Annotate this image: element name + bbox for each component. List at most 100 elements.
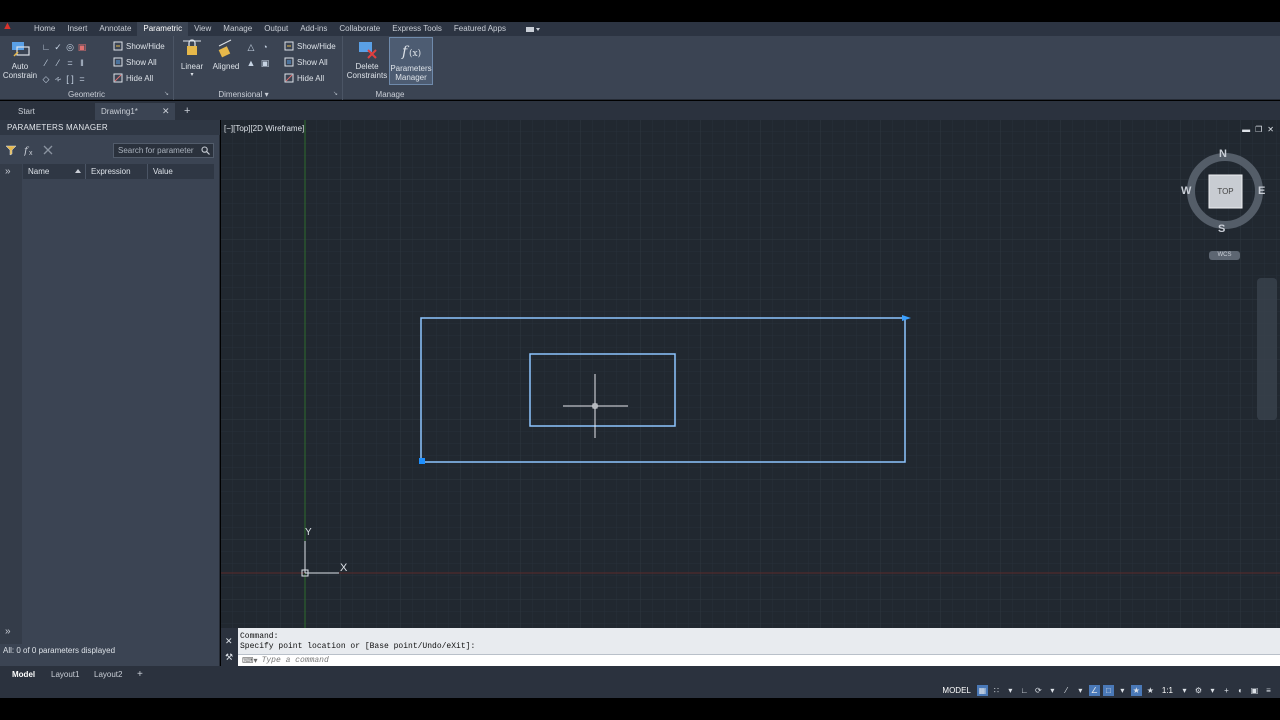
new-user-parameter-icon[interactable]: fx [23, 144, 36, 157]
delete-constraints-button[interactable]: Delete Constraints [346, 38, 388, 80]
grip-bottom-left[interactable] [419, 458, 425, 464]
collinear-icon[interactable]: ⁄ [40, 55, 52, 71]
tangent-icon[interactable]: ◇ [40, 71, 52, 87]
equal-icon[interactable]: = [64, 55, 76, 71]
lock-icon[interactable]: ▣ [76, 39, 88, 55]
polar-icon[interactable]: ⟳ [1033, 685, 1044, 696]
tab-featured-apps[interactable]: Featured Apps [448, 22, 512, 36]
customization-menu-icon[interactable]: ≡ [1263, 685, 1274, 696]
smooth-icon[interactable]: ∻ [52, 71, 64, 87]
clean-screen-icon[interactable]: ▣ [1249, 685, 1260, 696]
command-line-grip[interactable]: ✕ ⚒ [221, 628, 238, 666]
object-snap-icon[interactable]: □ [1102, 684, 1114, 696]
workspace-gear-icon[interactable]: ⚙ [1193, 685, 1204, 696]
tab-view[interactable]: View [188, 22, 217, 36]
column-expression[interactable]: Expression [86, 164, 148, 179]
wcs-menu[interactable]: WCS [1209, 251, 1240, 260]
chevron-down-icon[interactable]: ▾ [1117, 685, 1128, 696]
ortho-icon[interactable]: ∟ [1019, 685, 1030, 696]
tab-model[interactable]: Model [6, 668, 41, 681]
geom-show-all-button[interactable]: Show All [113, 57, 157, 67]
close-icon[interactable]: ✕ [225, 636, 233, 647]
radius-icon[interactable]: ◔ [258, 39, 272, 55]
new-tab-plus-icon[interactable]: + [184, 103, 190, 120]
tab-manage[interactable]: Manage [217, 22, 258, 36]
parameters-manager-button[interactable]: f (x) Parameters Manager [389, 37, 433, 85]
diameter-icon[interactable]: ▲ [244, 55, 258, 71]
tab-layout2[interactable]: Layout2 [88, 668, 128, 681]
tab-home[interactable]: Home [28, 22, 61, 36]
geometric-dialog-launcher-icon[interactable]: ↘ [164, 90, 169, 97]
annotation-visibility-icon[interactable]: ★ [1130, 684, 1142, 696]
viewcube-south[interactable]: S [1218, 223, 1225, 235]
model-space-toggle[interactable]: MODEL [939, 686, 973, 695]
parallel-icon[interactable]: ⁄ [52, 55, 64, 71]
symmetric-icon[interactable]: [ ] [64, 71, 76, 87]
add-plus-icon[interactable]: + [1221, 685, 1232, 696]
column-value[interactable]: Value [148, 164, 214, 179]
close-icon[interactable]: ✕ [1267, 125, 1274, 134]
navigation-bar[interactable] [1257, 278, 1277, 420]
drawing-canvas[interactable]: [−][Top][2D Wireframe] ▬ ❐ ✕ N S E W TOP… [221, 120, 1280, 628]
close-icon[interactable]: ✕ [162, 103, 170, 120]
dim-hide-all-button[interactable]: Hide All [284, 73, 324, 83]
tab-output[interactable]: Output [258, 22, 294, 36]
tab-layout1[interactable]: Layout1 [45, 668, 85, 681]
chevron-down-icon[interactable]: ▾ [1207, 685, 1218, 696]
grid-icon[interactable]: ▦ [976, 684, 988, 696]
dim-show-all-button[interactable]: Show All [284, 57, 328, 67]
perpendicular-icon[interactable]: ✓ [52, 39, 64, 55]
linear-button[interactable]: Linear ▾ [178, 38, 206, 80]
isodraft-icon[interactable]: ⁄ [1061, 685, 1072, 696]
tab-annotate[interactable]: Annotate [93, 22, 137, 36]
viewcube-top-face[interactable]: TOP [1209, 187, 1242, 196]
filter-icon[interactable] [5, 144, 17, 156]
tab-collaborate[interactable]: Collaborate [333, 22, 386, 36]
column-name[interactable]: Name [23, 164, 86, 179]
customize-wrench-icon[interactable]: ⚒ [225, 652, 233, 663]
dim-show-hide-button[interactable]: Show/Hide [284, 41, 336, 51]
tab-parametric[interactable]: Parametric [137, 22, 189, 36]
app-logo-icon[interactable]: ▲ [2, 21, 20, 32]
viewcube-east[interactable]: E [1258, 185, 1265, 197]
linear-dropdown-icon[interactable]: ▾ [178, 71, 206, 80]
coincident-icon[interactable]: ∟ [40, 39, 52, 55]
search-icon[interactable] [201, 146, 210, 155]
parameters-grid-body[interactable] [23, 179, 214, 619]
tab-insert[interactable]: Insert [61, 22, 93, 36]
viewport-controls-label[interactable]: [−][Top][2D Wireframe] [224, 124, 304, 133]
object-snap-tracking-icon[interactable]: ∠ [1088, 684, 1100, 696]
chevron-down-icon[interactable]: ▾ [1047, 685, 1058, 696]
delete-parameter-icon[interactable] [42, 144, 54, 156]
tab-start[interactable]: Start [0, 103, 95, 120]
convert-icon[interactable]: ▣ [258, 55, 272, 71]
expand-filter-chevron-icon[interactable]: » [5, 626, 11, 637]
chevron-down-icon[interactable]: ▾ [1005, 685, 1016, 696]
viewcube-west[interactable]: W [1181, 185, 1191, 197]
auto-constrain-button[interactable]: Auto Constrain [2, 38, 38, 80]
horizontal-equal-icon[interactable]: = [76, 71, 88, 87]
command-prompt-icon[interactable]: ⌨▾ [238, 656, 262, 665]
concentric-icon[interactable]: ◎ [64, 39, 76, 55]
chevron-down-icon[interactable]: ▾ [1179, 685, 1190, 696]
tab-express-tools[interactable]: Express Tools [386, 22, 448, 36]
angular-icon[interactable]: △ [244, 39, 258, 55]
parameter-search-input[interactable] [114, 144, 199, 157]
tab-add-ins[interactable]: Add-ins [294, 22, 333, 36]
isolate-objects-icon[interactable]: ◐ [1235, 685, 1246, 696]
restore-icon[interactable]: ❐ [1255, 125, 1262, 134]
viewcube-north[interactable]: N [1219, 148, 1227, 160]
add-layout-plus-icon[interactable]: + [131, 668, 149, 681]
snap-icon[interactable]: ∷ [991, 685, 1002, 696]
palette-title-bar[interactable]: PARAMETERS MANAGER [0, 120, 220, 135]
vertical-icon[interactable]: ‖ [76, 55, 88, 71]
geom-hide-all-button[interactable]: Hide All [113, 73, 153, 83]
auto-scale-icon[interactable]: ★ [1145, 685, 1156, 696]
dimensional-group-label[interactable]: Dimensional ▾ [175, 90, 342, 99]
aligned-button[interactable]: Aligned [209, 38, 243, 71]
ribbon-minimize-toggle[interactable] [525, 25, 540, 33]
annotation-scale[interactable]: 1:1 [1159, 686, 1176, 695]
minimize-icon[interactable]: ▬ [1242, 125, 1250, 134]
expand-chevron-icon[interactable]: » [5, 166, 11, 177]
command-input[interactable] [261, 656, 862, 665]
